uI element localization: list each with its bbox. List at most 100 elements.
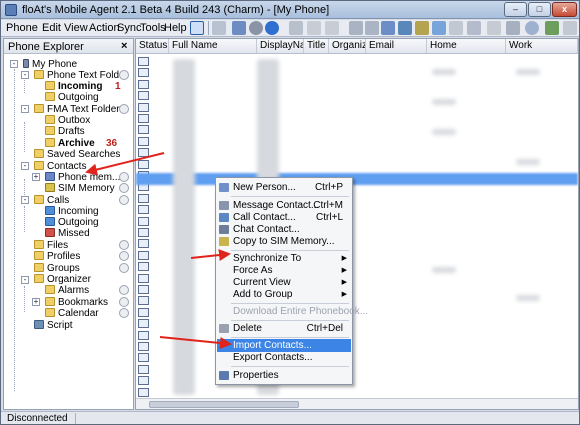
menu-help[interactable]: Help (164, 22, 187, 34)
menu-copy-to-sim[interactable]: Copy to SIM Memory... (217, 235, 351, 248)
tree-node-phone-text-folders[interactable]: Phone Text Fold... (34, 70, 127, 81)
expander-bookmarks[interactable]: + (32, 298, 40, 306)
scrollbar-thumb[interactable] (149, 401, 299, 408)
expander-phone-memory[interactable]: + (32, 173, 40, 181)
tree-node-bookmarks[interactable]: Bookmarks (45, 297, 108, 308)
tree-node-outbox[interactable]: Outbox (45, 115, 90, 126)
menu-phone[interactable]: Phone (6, 22, 38, 34)
menu-add-to-group[interactable]: Add to Group ▶ (217, 288, 351, 301)
filter-icon[interactable] (349, 21, 363, 35)
redacted-phone (432, 99, 456, 105)
menu-separator (231, 337, 349, 338)
copy-icon[interactable] (307, 21, 321, 35)
title-bar[interactable]: floAt's Mobile Agent 2.1 Beta 4 Build 24… (1, 1, 579, 19)
tree-node-incoming-texts[interactable]: Incoming (45, 81, 102, 92)
tree-node-label: Calendar (58, 308, 99, 319)
group-icon[interactable] (449, 21, 463, 35)
tree-node-calendar[interactable]: Calendar (45, 308, 99, 319)
column-header-display-name[interactable]: DisplayNa... (257, 39, 304, 54)
sim-icon[interactable] (415, 21, 429, 35)
tree-node-missed-calls[interactable]: Missed (45, 228, 90, 239)
tree-node-outgoing-texts[interactable]: Outgoing (45, 92, 99, 103)
tree-node-fma-text-folders[interactable]: FMA Text Folders (34, 104, 125, 115)
sync-status-icon (119, 104, 129, 114)
contact-status-icon (138, 79, 149, 89)
menu-export-contacts[interactable]: Export Contacts... (217, 351, 351, 364)
paste-icon[interactable] (325, 21, 339, 35)
tree-node-organizer[interactable]: Organizer (34, 274, 91, 285)
menu-delete[interactable]: Delete Ctrl+Del (217, 322, 351, 335)
menu-view[interactable]: View (64, 22, 88, 34)
record-icon[interactable] (249, 21, 263, 35)
column-header-status[interactable]: Status (136, 39, 169, 54)
tree-node-alarms[interactable]: Alarms (45, 285, 89, 296)
column-header-home[interactable]: Home (427, 39, 506, 54)
menu-action[interactable]: Action (89, 22, 120, 34)
tree-node-contacts[interactable]: Contacts (34, 161, 86, 172)
maximize-button[interactable]: □ (528, 2, 551, 17)
tree-node-my-phone[interactable]: My Phone (23, 59, 77, 70)
menu-tools[interactable]: Tools (140, 22, 166, 34)
menu-properties[interactable]: Properties (217, 369, 351, 382)
context-menu: New Person... Ctrl+P Message Contact... Ct… (215, 177, 368, 385)
contact-status-icon (138, 353, 149, 363)
properties-icon (219, 371, 229, 380)
tree-node-files[interactable]: Files (34, 240, 68, 251)
redacted-phone (516, 295, 540, 301)
chat-icon[interactable] (506, 21, 520, 35)
call-icon[interactable] (432, 21, 446, 35)
tree-node-drafts[interactable]: Drafts (45, 126, 85, 137)
horizontal-scrollbar[interactable] (136, 398, 578, 409)
close-button[interactable]: x (552, 2, 577, 17)
tree-node-label: Drafts (58, 126, 85, 137)
expander-phone-text-folders[interactable]: - (21, 71, 29, 79)
message-icon[interactable] (232, 21, 246, 35)
menu-new-person[interactable]: New Person... Ctrl+P (217, 181, 351, 194)
forward-icon[interactable] (289, 21, 303, 35)
tree-node-label: Outgoing (58, 217, 99, 228)
column-header-full-name[interactable]: Full Name (169, 39, 257, 54)
tree-node-label: Bookmarks (58, 297, 109, 308)
expander-calls[interactable]: - (21, 196, 29, 204)
contact-status-icon (138, 285, 149, 294)
tree-node-profiles[interactable]: Profiles (34, 251, 80, 262)
funnel-icon[interactable] (365, 21, 379, 35)
tree-node-script[interactable]: Script (34, 320, 73, 331)
column-header-title[interactable]: Title (304, 39, 329, 54)
sync-status-icon (119, 285, 129, 295)
contacts-icon[interactable] (381, 21, 395, 35)
tree-node-saved-searches[interactable]: Saved Searches (34, 149, 120, 160)
tree-node-calls[interactable]: Calls (34, 195, 69, 206)
settings-icon[interactable] (487, 21, 501, 35)
tree-node-phone-memory[interactable]: Phone mem... (45, 172, 120, 183)
column-header-email[interactable]: Email (366, 39, 427, 54)
phone-icon[interactable] (467, 21, 481, 35)
tree-node-sim-memory[interactable]: SIM Memory (45, 183, 115, 194)
selected-contact-row[interactable] (136, 173, 578, 185)
tree-node-groups[interactable]: Groups (34, 263, 80, 274)
expander-organizer[interactable]: - (21, 276, 29, 284)
menu-edit[interactable]: Edit (42, 22, 61, 34)
redacted-full-names (173, 59, 195, 395)
download-icon[interactable] (265, 21, 279, 35)
contact-status-icon (138, 159, 149, 169)
menu-sync[interactable]: Sync (117, 22, 141, 34)
cut-icon[interactable] (212, 21, 226, 35)
expander-my-phone[interactable]: - (10, 60, 18, 68)
column-header-work[interactable]: Work (506, 39, 578, 54)
script-icon[interactable] (545, 21, 559, 35)
tree-node-archive[interactable]: Archive (45, 138, 95, 149)
overflow-icon[interactable] (563, 21, 577, 35)
contact-status-icon (138, 91, 149, 101)
minimize-button[interactable]: – (504, 2, 527, 17)
globe-icon[interactable] (525, 21, 539, 35)
tree-node-incoming-calls[interactable]: Incoming (45, 206, 99, 217)
expander-fma-text-folders[interactable]: - (21, 105, 29, 113)
tree-node-outgoing-calls[interactable]: Outgoing (45, 217, 99, 228)
explorer-toggle-icon[interactable] (190, 21, 204, 35)
sync-icon[interactable] (398, 21, 412, 35)
explorer-close-icon[interactable]: × (121, 40, 127, 52)
expander-contacts[interactable]: - (21, 162, 29, 170)
column-header-organization[interactable]: Organiz... (329, 39, 366, 54)
contacts-list[interactable]: Status Full Name DisplayNa... Title Orga… (135, 38, 579, 410)
